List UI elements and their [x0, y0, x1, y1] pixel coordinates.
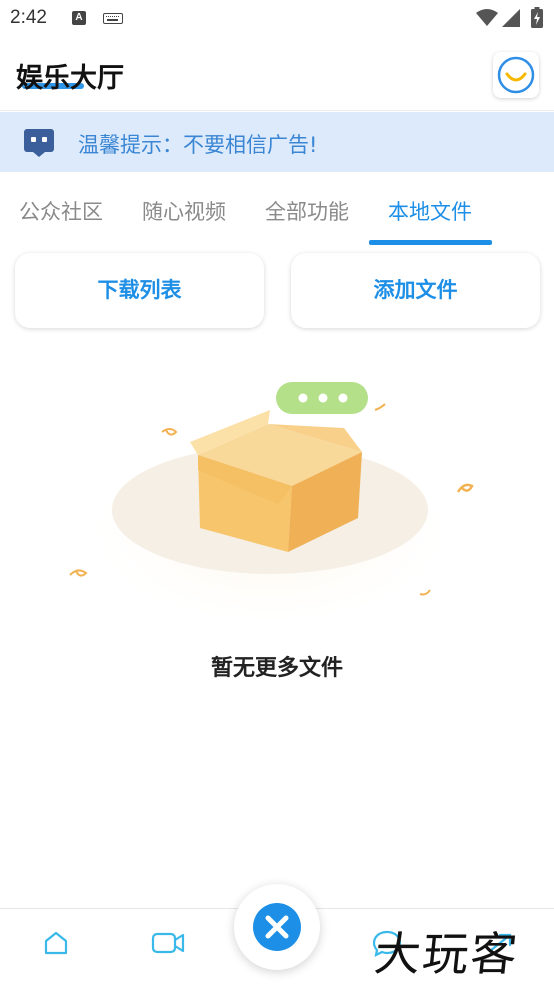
watermark: 大玩客 — [371, 927, 522, 981]
status-time: 2:42 — [10, 7, 47, 28]
a-icon: A — [72, 11, 86, 25]
battery-icon — [531, 7, 543, 28]
notice-text: 温馨提示：不要相信广告! — [78, 133, 318, 157]
tab-public-community[interactable]: 公众社区 — [19, 196, 103, 226]
tab-all-functions[interactable]: 全部功能 — [265, 196, 349, 226]
keyboard-icon — [103, 13, 123, 24]
tab-bar: 公众社区 随心视频 全部功能 本地文件 — [0, 172, 554, 248]
video-icon[interactable] — [151, 929, 185, 957]
robot-icon — [24, 129, 54, 157]
tab-local-files[interactable]: 本地文件 — [388, 196, 472, 226]
tab-video[interactable]: 随心视频 — [142, 196, 226, 226]
close-icon — [253, 903, 301, 951]
close-button[interactable] — [234, 884, 320, 970]
smile-icon — [497, 56, 535, 94]
status-bar: 2:42 A — [0, 0, 554, 38]
download-list-button[interactable]: 下载列表 — [15, 253, 264, 328]
app-header: 娱乐大厅 — [0, 38, 554, 111]
home-icon[interactable] — [42, 929, 70, 957]
signal-icon — [502, 9, 520, 27]
empty-box-icon — [69, 382, 474, 620]
add-file-button[interactable]: 添加文件 — [291, 253, 540, 328]
empty-state-text: 暂无更多文件 — [210, 656, 343, 681]
notice-bar: 温馨提示：不要相信广告! — [0, 112, 554, 172]
page-title: 娱乐大厅 — [16, 63, 124, 94]
wifi-icon — [476, 9, 498, 26]
avatar-button[interactable] — [493, 52, 539, 98]
active-tab-indicator — [369, 240, 492, 245]
